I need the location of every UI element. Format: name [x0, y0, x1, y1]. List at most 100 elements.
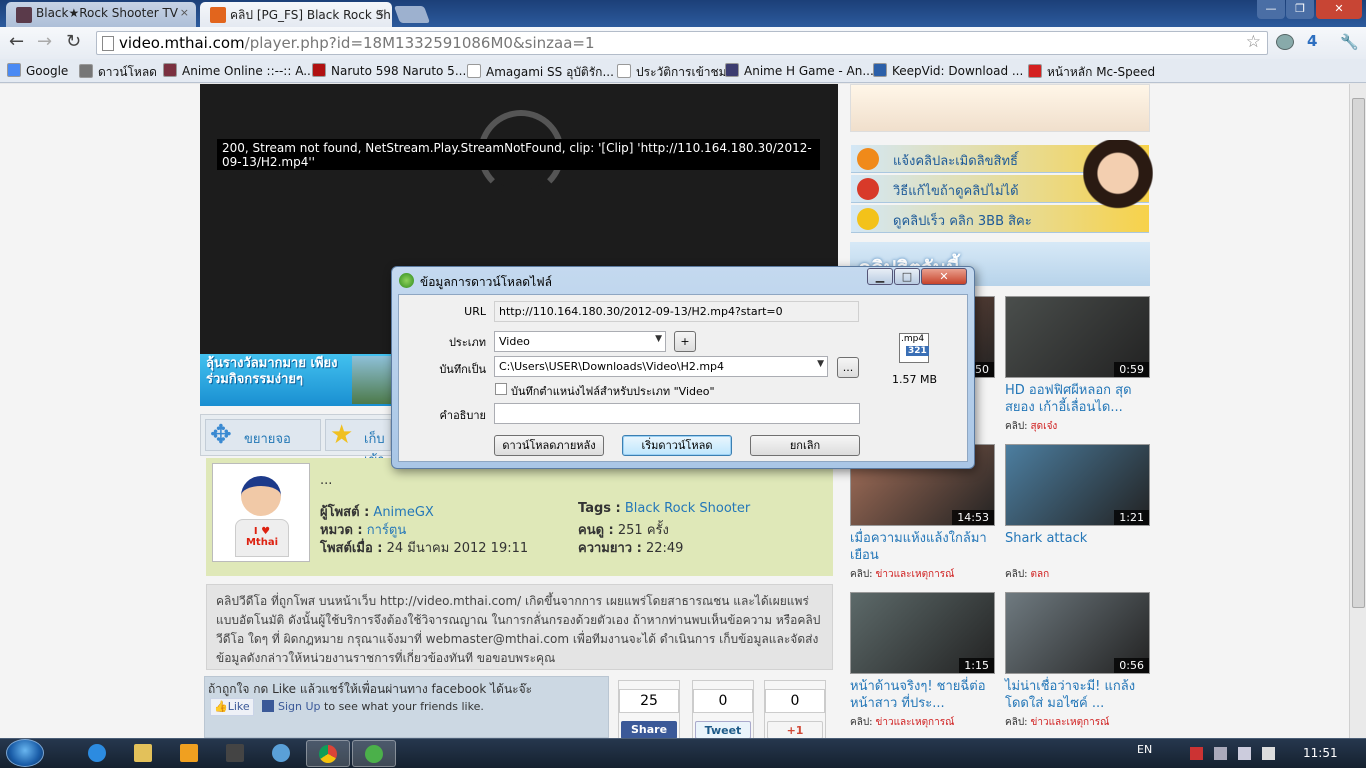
- video-thumbnail[interactable]: 1:15: [850, 592, 995, 674]
- chevron-down-icon: ▼: [817, 359, 824, 369]
- category-link[interactable]: การ์ตูน: [367, 523, 406, 538]
- sidebar-ad-image[interactable]: [850, 84, 1150, 132]
- tab-close-icon[interactable]: ×: [376, 6, 385, 19]
- video-title-link[interactable]: HD ออฟฟิศผีหลอก สุดสยอง เก้าอี้เลื่อนได.…: [1005, 382, 1153, 416]
- favorite-button[interactable]: ★ เก็บเข้า: [325, 419, 391, 468]
- tray-volume-icon[interactable]: [1238, 747, 1251, 760]
- bookmark-label: Naruto 598 Naruto 5...: [331, 64, 467, 78]
- internet-explorer-icon: [88, 744, 106, 762]
- bookmark-item[interactable]: KeepVid: Download ...: [873, 63, 1023, 78]
- file-type-select[interactable]: Video ▼: [494, 331, 666, 352]
- video-thumbnail[interactable]: 0:56: [1005, 592, 1150, 674]
- language-indicator[interactable]: EN: [1137, 743, 1152, 756]
- taskbar-chrome-button[interactable]: [306, 740, 350, 767]
- remember-location-checkbox[interactable]: [495, 383, 507, 395]
- address-bar[interactable]: video.mthai.com/player.php?id=18M1332591…: [96, 31, 1268, 55]
- video-title-link[interactable]: หน้าด้านจริงๆ! ชายฉี่ต่อหน้าสาว ที่ประ..…: [850, 678, 998, 712]
- taskbar-ie-button[interactable]: [76, 740, 120, 767]
- star-icon: ★: [330, 420, 354, 450]
- dialog-minimize-button[interactable]: ▁: [867, 268, 893, 285]
- expand-screen-button[interactable]: ✥ ขยายจอ: [205, 419, 321, 451]
- social-prompt: ถ้าถูกใจ กด Like แล้วแชร์ให้เพื่อนผ่านทา…: [208, 682, 533, 696]
- tray-flag-icon[interactable]: [1262, 747, 1275, 760]
- video-title-link[interactable]: เมื่อความแห้งแล้งใกล้มาเยือน: [850, 530, 998, 564]
- page-scrollbar[interactable]: [1349, 84, 1366, 738]
- bookmark-item[interactable]: ดาวน์โหลด: [79, 63, 157, 82]
- video-thumbnail[interactable]: 1:21: [1005, 444, 1150, 526]
- bookmark-item[interactable]: Amagami SS อุบัติรัก...: [467, 63, 614, 82]
- facebook-icon: [262, 700, 274, 712]
- window-maximize-button[interactable]: ❐: [1286, 0, 1314, 19]
- scroll-thumb[interactable]: [1352, 98, 1365, 608]
- video-category-label: คลิป:: [850, 569, 873, 580]
- dialog-maximize-button[interactable]: □: [894, 268, 920, 285]
- share-count: 25: [619, 689, 679, 713]
- tray-network-icon[interactable]: [1214, 747, 1227, 760]
- video-category-link[interactable]: ข่าวและเหตุการณ์: [1031, 717, 1110, 728]
- extension-badge[interactable]: 4: [1307, 32, 1317, 50]
- video-category: คลิป: ข่าวและเหตุการณ์: [1005, 715, 1109, 730]
- tray-app-icon[interactable]: [1190, 747, 1203, 760]
- new-tab-button[interactable]: [393, 6, 431, 23]
- taskbar-clock[interactable]: 11:51: [1303, 746, 1338, 760]
- posted-row: โพสต์เมื่อ : 24 มีนาคม 2012 19:11: [320, 537, 528, 558]
- taskbar-explorer-button[interactable]: [122, 740, 166, 767]
- reload-icon[interactable]: ↻: [66, 31, 81, 52]
- taskbar-network-button[interactable]: [260, 740, 304, 767]
- window-close-button[interactable]: ✕: [1316, 0, 1362, 19]
- length-row: ความยาว : 22:49: [578, 537, 683, 558]
- start-download-button[interactable]: เริ่มดาวน์โหลด: [622, 435, 732, 456]
- bookmark-star-icon[interactable]: ☆: [1246, 32, 1261, 52]
- video-title-link[interactable]: ไม่น่าเชื่อว่าจะมี! แกล้งโดดใส่ มอไซค์ .…: [1005, 678, 1153, 712]
- facebook-like-button[interactable]: 👍Like: [210, 698, 254, 716]
- bookmark-item[interactable]: Anime H Game - An...: [725, 63, 874, 78]
- taskbar-media-button[interactable]: [168, 740, 212, 767]
- dialog-close-button[interactable]: ✕: [921, 268, 967, 285]
- window-minimize-button[interactable]: —: [1257, 0, 1285, 19]
- video-category-link[interactable]: สุดเจ๋ง: [1031, 421, 1058, 432]
- video-category-link[interactable]: ข่าวและเหตุการณ์: [876, 717, 955, 728]
- url-label: URL: [464, 305, 486, 318]
- video-category-label: คลิป:: [850, 717, 873, 728]
- length-value: 22:49: [645, 541, 684, 556]
- download-url-field[interactable]: http://110.164.180.30/2012-09-13/H2.mp4?…: [494, 301, 859, 322]
- save-path-combobox[interactable]: C:\Users\USER\Downloads\Video\H2.mp4 ▼: [494, 356, 828, 377]
- uploader-link[interactable]: AnimeGX: [373, 505, 433, 520]
- browse-button[interactable]: ...: [837, 357, 859, 378]
- signup-link[interactable]: Sign Up: [278, 700, 321, 713]
- tags-link[interactable]: Black Rock Shooter: [625, 501, 750, 516]
- bookmark-item[interactable]: Naruto 598 Naruto 5...: [312, 63, 466, 78]
- windows-start-icon[interactable]: [6, 739, 44, 767]
- taskbar-film-button[interactable]: [214, 740, 258, 767]
- bookmark-item[interactable]: Google: [7, 63, 68, 78]
- google-plusone-button[interactable]: +1: [767, 721, 823, 739]
- video-category-link[interactable]: ตลก: [1031, 569, 1050, 580]
- video-title-link[interactable]: Shark attack: [1005, 530, 1153, 547]
- video-thumbnail[interactable]: 0:59: [1005, 296, 1150, 378]
- taskbar-idm-button[interactable]: [352, 740, 396, 767]
- bookmark-item[interactable]: ประวัติการเข้าชม: [617, 63, 727, 82]
- uploader-avatar[interactable]: I ♥ Mthai: [212, 463, 310, 562]
- cancel-button[interactable]: ยกเลิก: [750, 435, 860, 456]
- network-icon: [272, 744, 290, 762]
- download-later-button[interactable]: ดาวน์โหลดภายหลัง: [494, 435, 604, 456]
- video-category-link[interactable]: ข่าวและเหตุการณ์: [876, 569, 955, 580]
- back-arrow-icon[interactable]: ←: [9, 31, 24, 52]
- eye-extension-icon[interactable]: [1276, 34, 1294, 50]
- video-category: คลิป: สุดเจ๋ง: [1005, 419, 1057, 434]
- promo-label: ดูคลิปเร็ว คลิก 3BB สิคะ: [893, 214, 1032, 229]
- mp4-file-icon: .mp4 321: [899, 333, 929, 363]
- tweet-button[interactable]: Tweet: [695, 721, 751, 739]
- wrench-menu-icon[interactable]: 🔧: [1340, 33, 1359, 51]
- bookmark-item[interactable]: Anime Online ::--:: A...: [163, 63, 315, 78]
- tab-mthai-clip[interactable]: คลิป [PG_FS] Black Rock Sh ×: [200, 2, 392, 27]
- tags-row: Tags : Black Rock Shooter: [578, 501, 750, 516]
- description-input[interactable]: [494, 403, 860, 424]
- tab-close-icon[interactable]: ×: [180, 6, 189, 19]
- video-category-label: คลิป:: [1005, 569, 1028, 580]
- bookmark-item[interactable]: หน้าหลัก Mc-Speed: [1028, 63, 1155, 82]
- forward-arrow-icon[interactable]: →: [37, 31, 52, 52]
- facebook-share-button[interactable]: Share: [621, 721, 677, 739]
- tab-black-rock-shooter-tv[interactable]: Black★Rock Shooter TV ×: [6, 2, 196, 27]
- add-type-button[interactable]: +: [674, 331, 696, 352]
